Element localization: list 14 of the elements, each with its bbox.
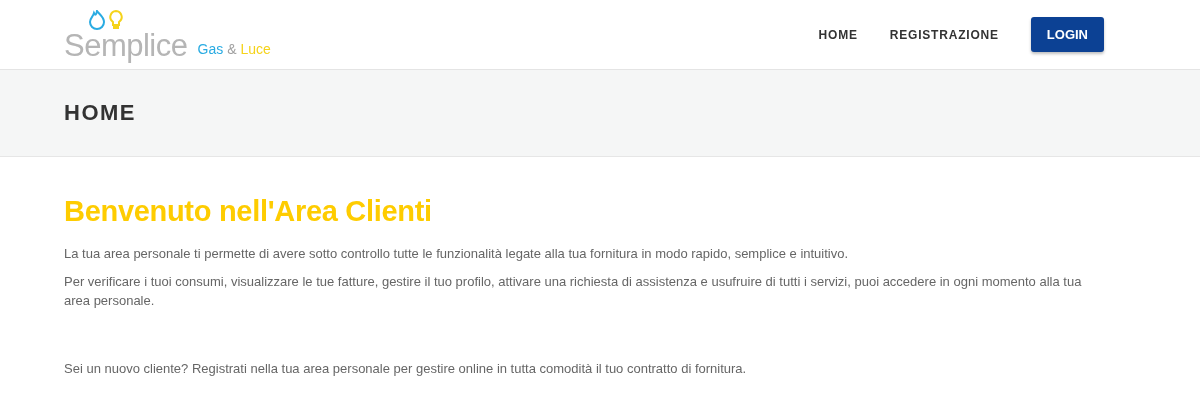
logo-text: Semplice xyxy=(64,28,188,63)
paragraph: La tua area personale ti permette di avere sotto controllo tutte le funzionalità legate alla tua fornitura in modo rapido, semplice e intuitivo. xyxy=(64,245,850,263)
nav-link[interactable]: HOME xyxy=(818,27,858,42)
light-bulb-icon xyxy=(108,10,124,30)
logo-tagline-word: Gas xyxy=(197,41,224,57)
flame-icon xyxy=(88,10,106,30)
logo-tagline-word: Luce xyxy=(240,41,271,57)
nav-link[interactable]: REGISTRAZIONE xyxy=(889,27,999,42)
logo-tagline-word: & xyxy=(227,41,237,57)
paragraph: Per verificare i tuoi consumi, visualizzare le tue fatture, gestire il tuo profilo, attivare una richiesta di assistenza e usufruire di tutti i servizi, puoi accedere in ogni momento alla tua area personale. xyxy=(64,273,1083,310)
page-title: HOME xyxy=(63,99,137,126)
welcome-heading: Benvenuto nell'Area Clienti xyxy=(64,195,433,228)
login-button[interactable]: LOGIN xyxy=(1030,17,1104,52)
paragraph: Sei un nuovo cliente? Registrati nella tua area personale per gestire online in tutta comodità il tuo contratto di fornitura. xyxy=(64,360,748,378)
